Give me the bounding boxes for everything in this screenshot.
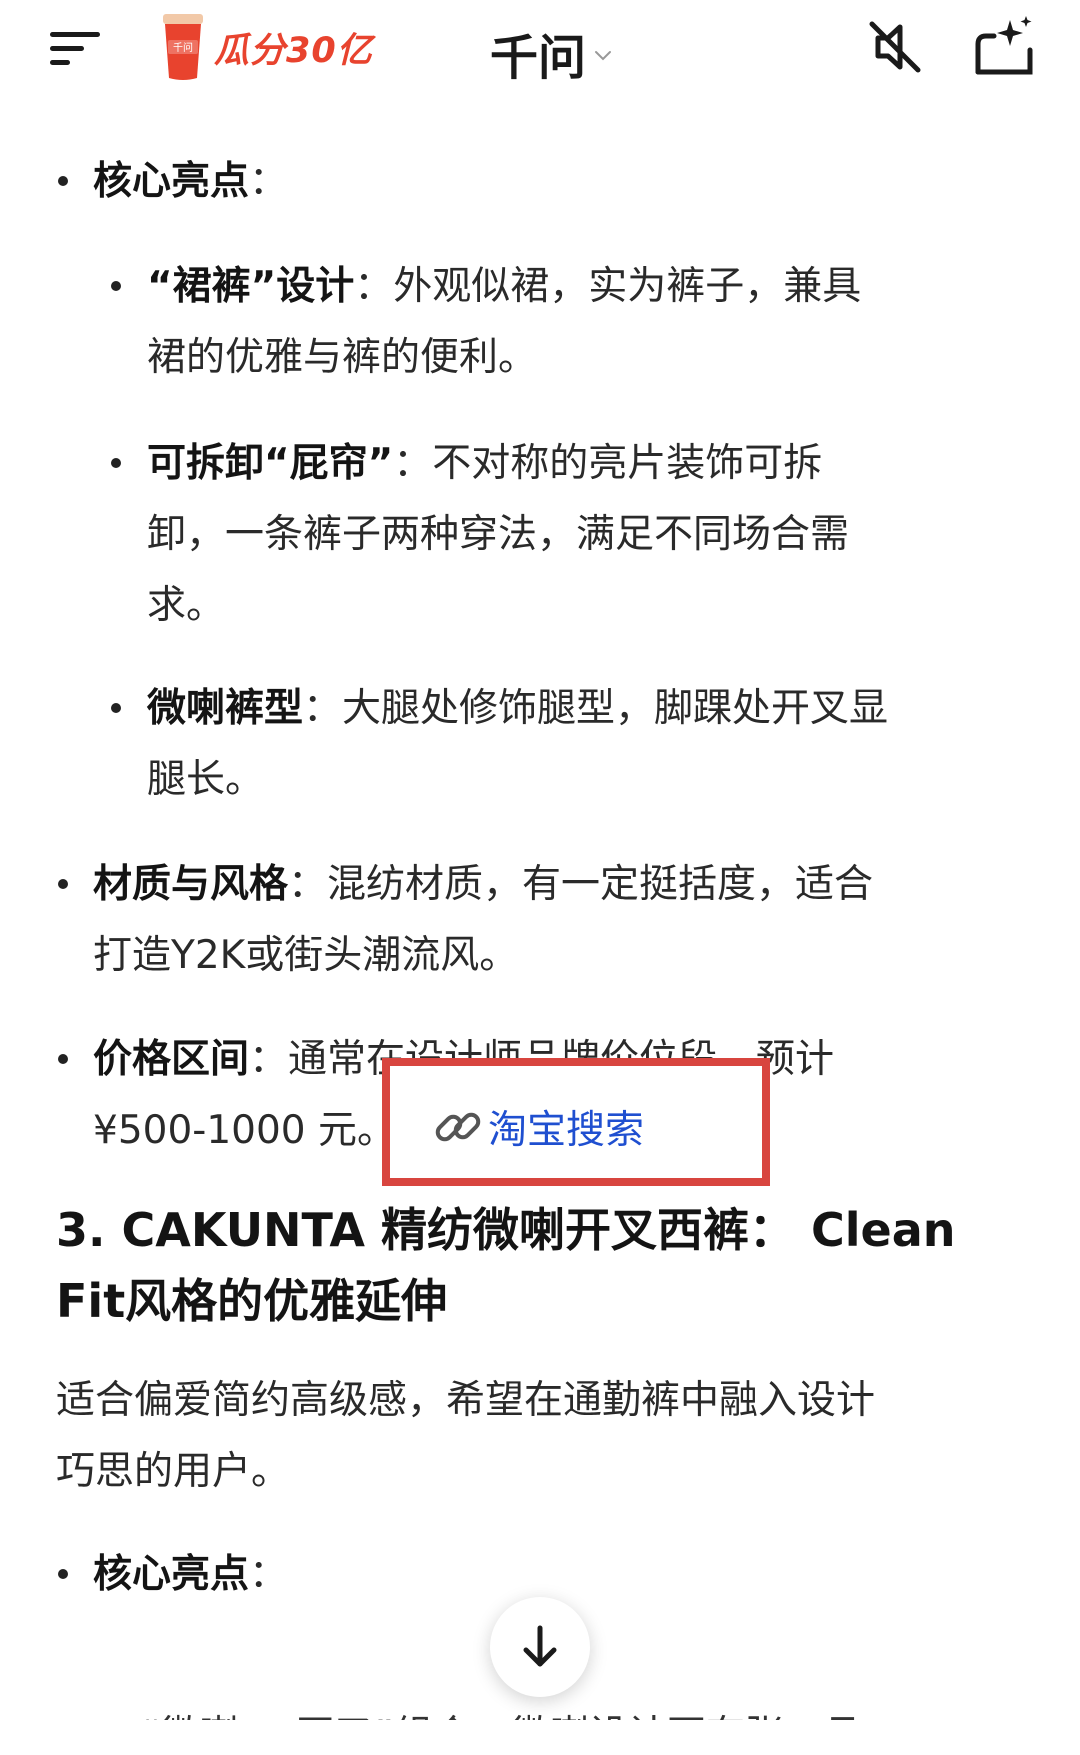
bullet (58, 1569, 68, 1579)
list-item-text: 卸，一条裤子两种穿法，满足不同场合需 (147, 512, 850, 557)
new-chat-sparkle-icon[interactable] (972, 14, 1036, 76)
paragraph: 适合偏爱简约高级感，希望在通勤裤中融入设计 (56, 1378, 876, 1423)
list-item: 可拆卸“屁帘”：不对称的亮片装饰可拆 (147, 441, 823, 486)
arrow-down-icon (523, 1625, 557, 1667)
taobao-search-link[interactable]: 淘宝搜索 (432, 1095, 644, 1167)
coffee-cup-icon: 千问 (163, 14, 203, 80)
list-item-text: 求。 (147, 583, 226, 628)
link-chain-icon (435, 1112, 481, 1142)
mute-icon[interactable] (866, 18, 924, 76)
list-item: 材质与风格：混纺材质，有一定挺括度，适合 (93, 862, 874, 907)
bullet (58, 176, 68, 186)
bullet (111, 281, 121, 291)
chevron-down-icon (595, 51, 612, 61)
bullet (111, 458, 121, 468)
section-heading: Fit风格的优雅延伸 (56, 1274, 448, 1328)
cup-label: 千问 (173, 41, 193, 54)
list-item: “裙裤”设计：外观似裙，实为裤子，兼具 (147, 264, 862, 309)
promo-banner[interactable]: 千问 瓜分30亿 (160, 8, 373, 86)
menu-icon[interactable] (50, 30, 102, 66)
bullet (111, 703, 121, 713)
section-heading: 3. CAKUNTA 精纺微喇开叉西裤： Clean (56, 1203, 956, 1257)
app-title: 千问 (490, 30, 587, 86)
list-item-text: 腿长。 (147, 757, 265, 802)
list-item-text: 打造Y2K或街头潮流风。 (93, 933, 519, 978)
list-item: 微喇裤型：大腿处修饰腿型，脚踝处开叉显 (147, 686, 889, 731)
chat-content[interactable]: 核心亮点： “裙裤”设计：外观似裙，实为裤子，兼具 裙的优雅与裤的便利。 可拆卸… (0, 100, 1080, 1720)
model-selector[interactable]: 千问 (490, 18, 612, 88)
list-item-text: ¥500-1000 元。 (93, 1108, 396, 1153)
top-bar: 千问 瓜分30亿 千问 (0, 0, 1080, 100)
bullet (58, 1054, 68, 1064)
cutoff-text: “微喇 + 开叉”组合：微喇设计不夸张，且 (140, 1700, 862, 1720)
list-item: 核心亮点： (93, 1552, 289, 1597)
list-item: 核心亮点： (93, 159, 289, 204)
link-label: 淘宝搜索 (488, 1108, 645, 1153)
bullet (58, 879, 68, 889)
paragraph: 巧思的用户。 (56, 1449, 291, 1494)
list-item-text: 裙的优雅与裤的便利。 (147, 335, 538, 380)
scroll-to-bottom-button[interactable] (490, 1597, 590, 1697)
promo-text: 瓜分30亿 (214, 30, 373, 71)
